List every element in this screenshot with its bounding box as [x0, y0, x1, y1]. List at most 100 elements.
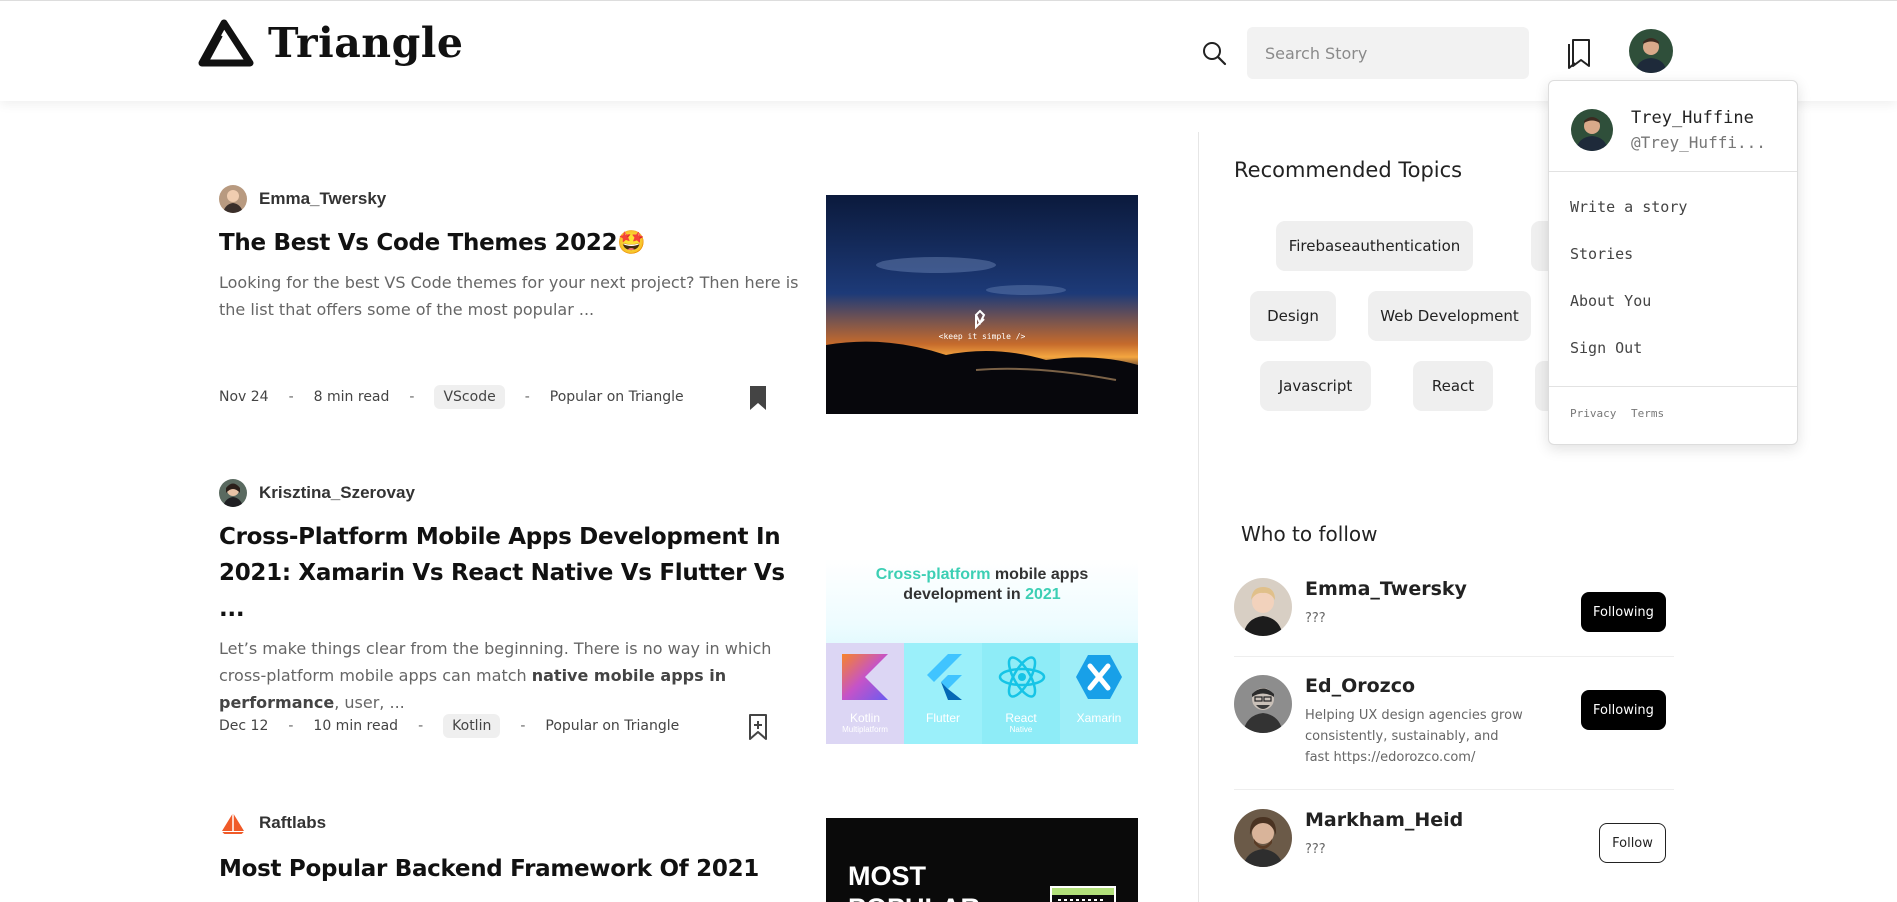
bookmark-filled-icon[interactable] — [748, 385, 768, 415]
following-button[interactable]: Following — [1581, 592, 1666, 632]
topic-chip[interactable]: Firebaseauthentication — [1276, 221, 1473, 271]
triangle-logo-icon — [198, 19, 254, 67]
meta-separator: - — [409, 389, 415, 405]
thumbnail-heading-text: development in — [903, 586, 1026, 603]
article-card[interactable]: Krisztina_Szerovay Cross-Platform Mobile… — [219, 479, 1139, 749]
user-avatar[interactable] — [1629, 29, 1673, 73]
follow-name[interactable]: Ed_Orozco — [1305, 675, 1415, 697]
article-date: Dec 12 — [219, 718, 269, 734]
dropdown-username: Trey_Huffine — [1631, 108, 1754, 128]
article-thumbnail[interactable]: <keep it simple /> — [826, 195, 1138, 414]
platform-sublabel: Multiplatform — [842, 725, 888, 734]
article-popular-label: Popular on Triangle — [545, 718, 680, 734]
thumbnail-text-line: MOST — [848, 861, 926, 891]
privacy-link[interactable]: Privacy — [1570, 407, 1616, 420]
content-divider — [1198, 132, 1199, 902]
article-tag[interactable]: Kotlin — [443, 714, 501, 738]
follow-divider — [1234, 656, 1674, 657]
meta-separator: - — [288, 718, 294, 734]
react-icon — [997, 652, 1047, 706]
thumbnail-text-line: POPULAR — [848, 893, 980, 902]
raftlabs-logo-icon — [219, 809, 247, 837]
platform-label: Flutter — [925, 711, 960, 725]
article-tag[interactable]: VScode — [434, 385, 505, 409]
logo[interactable]: Triangle — [198, 19, 463, 67]
thumbnail-caption: <keep it simple /> — [938, 332, 1026, 341]
thumbnail-heading-accent: Cross-platform — [875, 566, 991, 583]
article-date: Nov 24 — [219, 389, 269, 405]
follow-button[interactable]: Follow — [1599, 823, 1666, 863]
dropdown-avatar[interactable] — [1571, 109, 1613, 151]
dropdown-handle: @Trey_Huffi... — [1631, 133, 1766, 152]
follow-avatar[interactable] — [1234, 578, 1292, 636]
article-title[interactable]: Most Popular Backend Framework Of 2021 — [219, 851, 799, 887]
topic-chip[interactable]: Javascript — [1260, 361, 1371, 411]
flutter-icon — [922, 654, 964, 704]
topic-chip[interactable]: React — [1413, 361, 1493, 411]
article-popular-label: Popular on Triangle — [549, 389, 684, 405]
platform-label: Xamarin — [1076, 711, 1122, 725]
thumbnail-text: MOST POPULAR — [848, 860, 980, 902]
meta-separator: - — [288, 389, 294, 405]
article-card[interactable]: Raftlabs Most Popular Backend Framework … — [219, 809, 1139, 902]
platform-sublabel: Native — [1009, 725, 1033, 734]
article-read-time: 8 min read — [313, 389, 390, 405]
follow-suggestion: Emma_Twersky ??? Following — [1234, 578, 1666, 636]
platform-label: React — [1005, 711, 1037, 725]
user-dropdown-menu: Trey_Huffine @Trey_Huffi... Write a stor… — [1548, 80, 1798, 445]
menu-item-about-you[interactable]: About You — [1570, 292, 1651, 310]
article-author[interactable]: Krisztina_Szerovay — [219, 479, 1139, 507]
search-input[interactable] — [1247, 27, 1529, 79]
article-thumbnail[interactable]: Cross-platform mobile apps development i… — [826, 559, 1138, 744]
xamarin-icon — [1074, 652, 1124, 706]
dropdown-divider — [1549, 171, 1797, 172]
follow-bio: Helping UX design agencies grow consiste… — [1305, 708, 1523, 765]
following-button[interactable]: Following — [1581, 690, 1666, 730]
topic-chip[interactable]: Design — [1250, 291, 1336, 341]
thumbnail-heading: Cross-platform mobile apps development i… — [826, 565, 1138, 605]
article-meta: Dec 12 - 10 min read - Kotlin - Popular … — [219, 714, 679, 738]
browser-window-icon — [1050, 886, 1116, 902]
menu-item-write-story[interactable]: Write a story — [1570, 198, 1687, 216]
topic-chip[interactable]: Web Development — [1368, 291, 1531, 341]
author-name: Raftlabs — [259, 813, 327, 832]
meta-separator: - — [418, 718, 424, 734]
who-to-follow-title: Who to follow — [1241, 522, 1378, 546]
bookmark-add-icon[interactable] — [748, 714, 768, 744]
article-read-time: 10 min read — [313, 718, 399, 734]
article-meta: Nov 24 - 8 min read - VScode - Popular o… — [219, 385, 684, 409]
menu-item-stories[interactable]: Stories — [1570, 245, 1633, 263]
article-title[interactable]: The Best Vs Code Themes 2022🤩 — [219, 225, 799, 261]
terms-link[interactable]: Terms — [1631, 407, 1664, 420]
follow-suggestion: Ed_Orozco Helping UX design agencies gro… — [1234, 675, 1666, 771]
meta-separator: - — [524, 389, 530, 405]
follow-bio: ??? — [1305, 611, 1326, 626]
meta-separator: - — [520, 718, 526, 734]
follow-bio: ??? — [1305, 842, 1326, 857]
article-title[interactable]: Cross-Platform Mobile Apps Development I… — [219, 519, 799, 627]
kotlin-icon — [842, 654, 888, 704]
author-name: Emma_Twersky — [259, 189, 387, 208]
bookmarks-icon[interactable] — [1566, 38, 1592, 70]
follow-name[interactable]: Markham_Heid — [1305, 809, 1463, 831]
article-card[interactable]: Emma_Twersky The Best Vs Code Themes 202… — [219, 185, 1139, 415]
author-avatar — [219, 185, 247, 213]
menu-item-sign-out[interactable]: Sign Out — [1570, 339, 1642, 357]
follow-suggestion: Markham_Heid ??? Follow — [1234, 809, 1666, 867]
recommended-topics-title: Recommended Topics — [1234, 158, 1463, 182]
article-excerpt: Looking for the best VS Code themes for … — [219, 273, 799, 319]
thumbnail-heading-year: 2021 — [1025, 586, 1061, 603]
follow-avatar[interactable] — [1234, 809, 1292, 867]
author-avatar — [219, 479, 247, 507]
platform-label: Kotlin — [849, 711, 881, 725]
follow-avatar[interactable] — [1234, 675, 1292, 733]
search-icon[interactable] — [1201, 40, 1229, 68]
dropdown-divider — [1549, 386, 1797, 387]
follow-name[interactable]: Emma_Twersky — [1305, 578, 1467, 600]
follow-divider — [1234, 789, 1674, 790]
logo-text: Triangle — [268, 19, 464, 67]
thumbnail-heading-text: mobile apps — [990, 566, 1089, 583]
excerpt-text: , user, ... — [334, 693, 405, 712]
article-thumbnail[interactable]: MOST POPULAR — [826, 818, 1138, 902]
article-excerpt: Let’s make things clear from the beginni… — [219, 635, 799, 716]
